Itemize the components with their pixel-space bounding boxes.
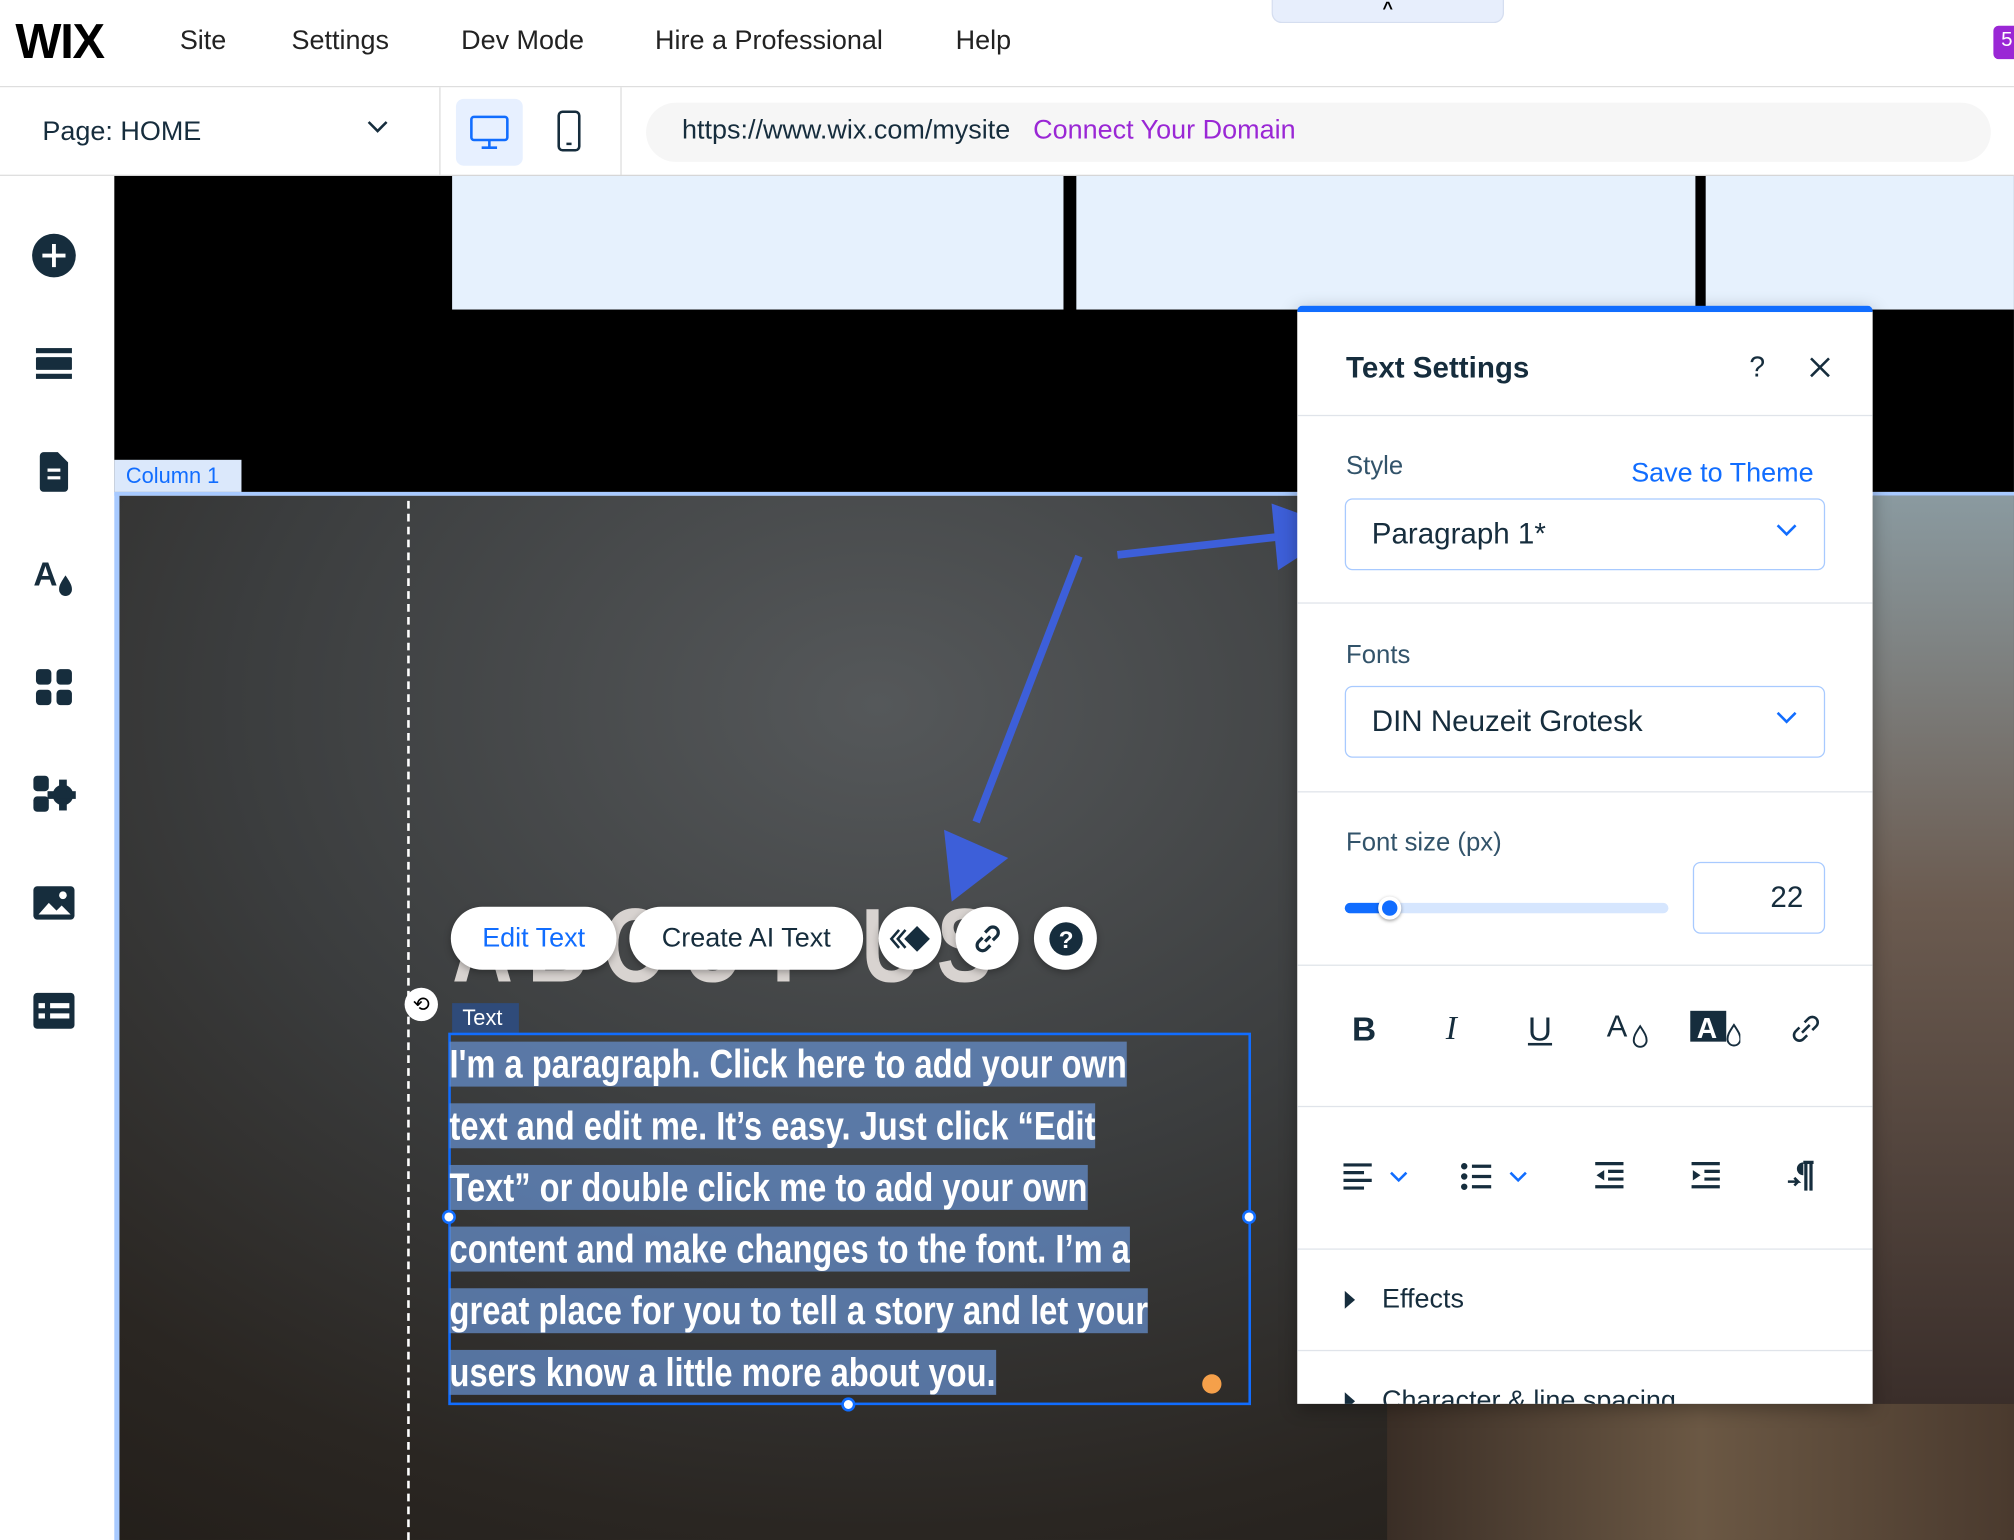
bold-button[interactable]: B [1338, 1003, 1389, 1054]
link-button[interactable] [1780, 1003, 1831, 1054]
text-color-button[interactable]: A [1603, 1003, 1654, 1054]
help-button[interactable]: ? [1749, 351, 1765, 384]
caret-right-icon [1344, 1290, 1356, 1309]
increase-indent-button[interactable] [1689, 1160, 1722, 1200]
style-value: Paragraph 1* [1371, 516, 1546, 550]
save-to-theme-link[interactable]: Save to Theme [1631, 459, 1813, 490]
italic-button[interactable]: I [1426, 1003, 1477, 1054]
font-size-input[interactable]: 22 [1692, 861, 1826, 934]
divider [1297, 1349, 1873, 1352]
underline-button[interactable]: U [1514, 1003, 1565, 1054]
highlight-icon: A [1690, 1010, 1741, 1047]
rtl-icon [1787, 1160, 1814, 1191]
decrease-indent-button[interactable] [1593, 1160, 1626, 1200]
align-left-icon [1343, 1163, 1408, 1190]
alignment-dropdown[interactable] [1341, 1160, 1418, 1200]
underline-icon: U [1527, 1008, 1553, 1048]
chevron-down-icon [1775, 705, 1798, 735]
font-size-slider[interactable] [1344, 896, 1669, 920]
link-icon [1792, 1015, 1819, 1042]
list-dropdown[interactable] [1459, 1160, 1536, 1200]
indent-icon [1691, 1162, 1720, 1189]
italic-icon: I [1445, 1009, 1457, 1047]
highlight-color-button[interactable]: A [1689, 1003, 1741, 1054]
divider [1297, 414, 1873, 417]
arrow-to-style [1116, 533, 1279, 559]
font-size-label: Font size (px) [1346, 828, 1502, 857]
spacing-section-toggle[interactable]: Character & line spacing [1343, 1385, 1676, 1404]
svg-text:A: A [1607, 1009, 1628, 1044]
effects-label: Effects [1382, 1284, 1464, 1314]
text-direction-button[interactable] [1785, 1160, 1818, 1200]
fonts-label: Fonts [1346, 640, 1411, 670]
bold-icon: B [1351, 1008, 1377, 1048]
arrow-head [944, 829, 1009, 902]
slider-handle[interactable] [1378, 896, 1402, 920]
spacing-label: Character & line spacing [1382, 1385, 1676, 1404]
arrow-to-toolbar [972, 554, 1083, 824]
font-value: DIN Neuzeit Grotesk [1371, 703, 1643, 738]
divider [1297, 602, 1873, 604]
effects-section-toggle[interactable]: Effects [1343, 1284, 1464, 1315]
text-color-icon: A [1607, 1009, 1648, 1048]
outdent-icon [1595, 1162, 1624, 1189]
panel-title: Text Settings [1346, 350, 1530, 385]
divider [1297, 1105, 1873, 1108]
divider [1297, 964, 1873, 966]
svg-text:A: A [1697, 1012, 1717, 1044]
chevron-down-icon [1775, 518, 1798, 548]
bullet-list-icon [1461, 1163, 1527, 1190]
text-settings-panel: Text Settings ? Style Save to Theme Para… [1297, 305, 1873, 1404]
divider [1297, 791, 1873, 793]
style-dropdown[interactable]: Paragraph 1* [1344, 498, 1826, 571]
caret-right-icon [1344, 1392, 1356, 1404]
font-dropdown[interactable]: DIN Neuzeit Grotesk [1344, 685, 1826, 758]
close-icon[interactable] [1808, 356, 1831, 386]
style-label: Style [1346, 452, 1404, 481]
divider [1297, 1248, 1873, 1250]
